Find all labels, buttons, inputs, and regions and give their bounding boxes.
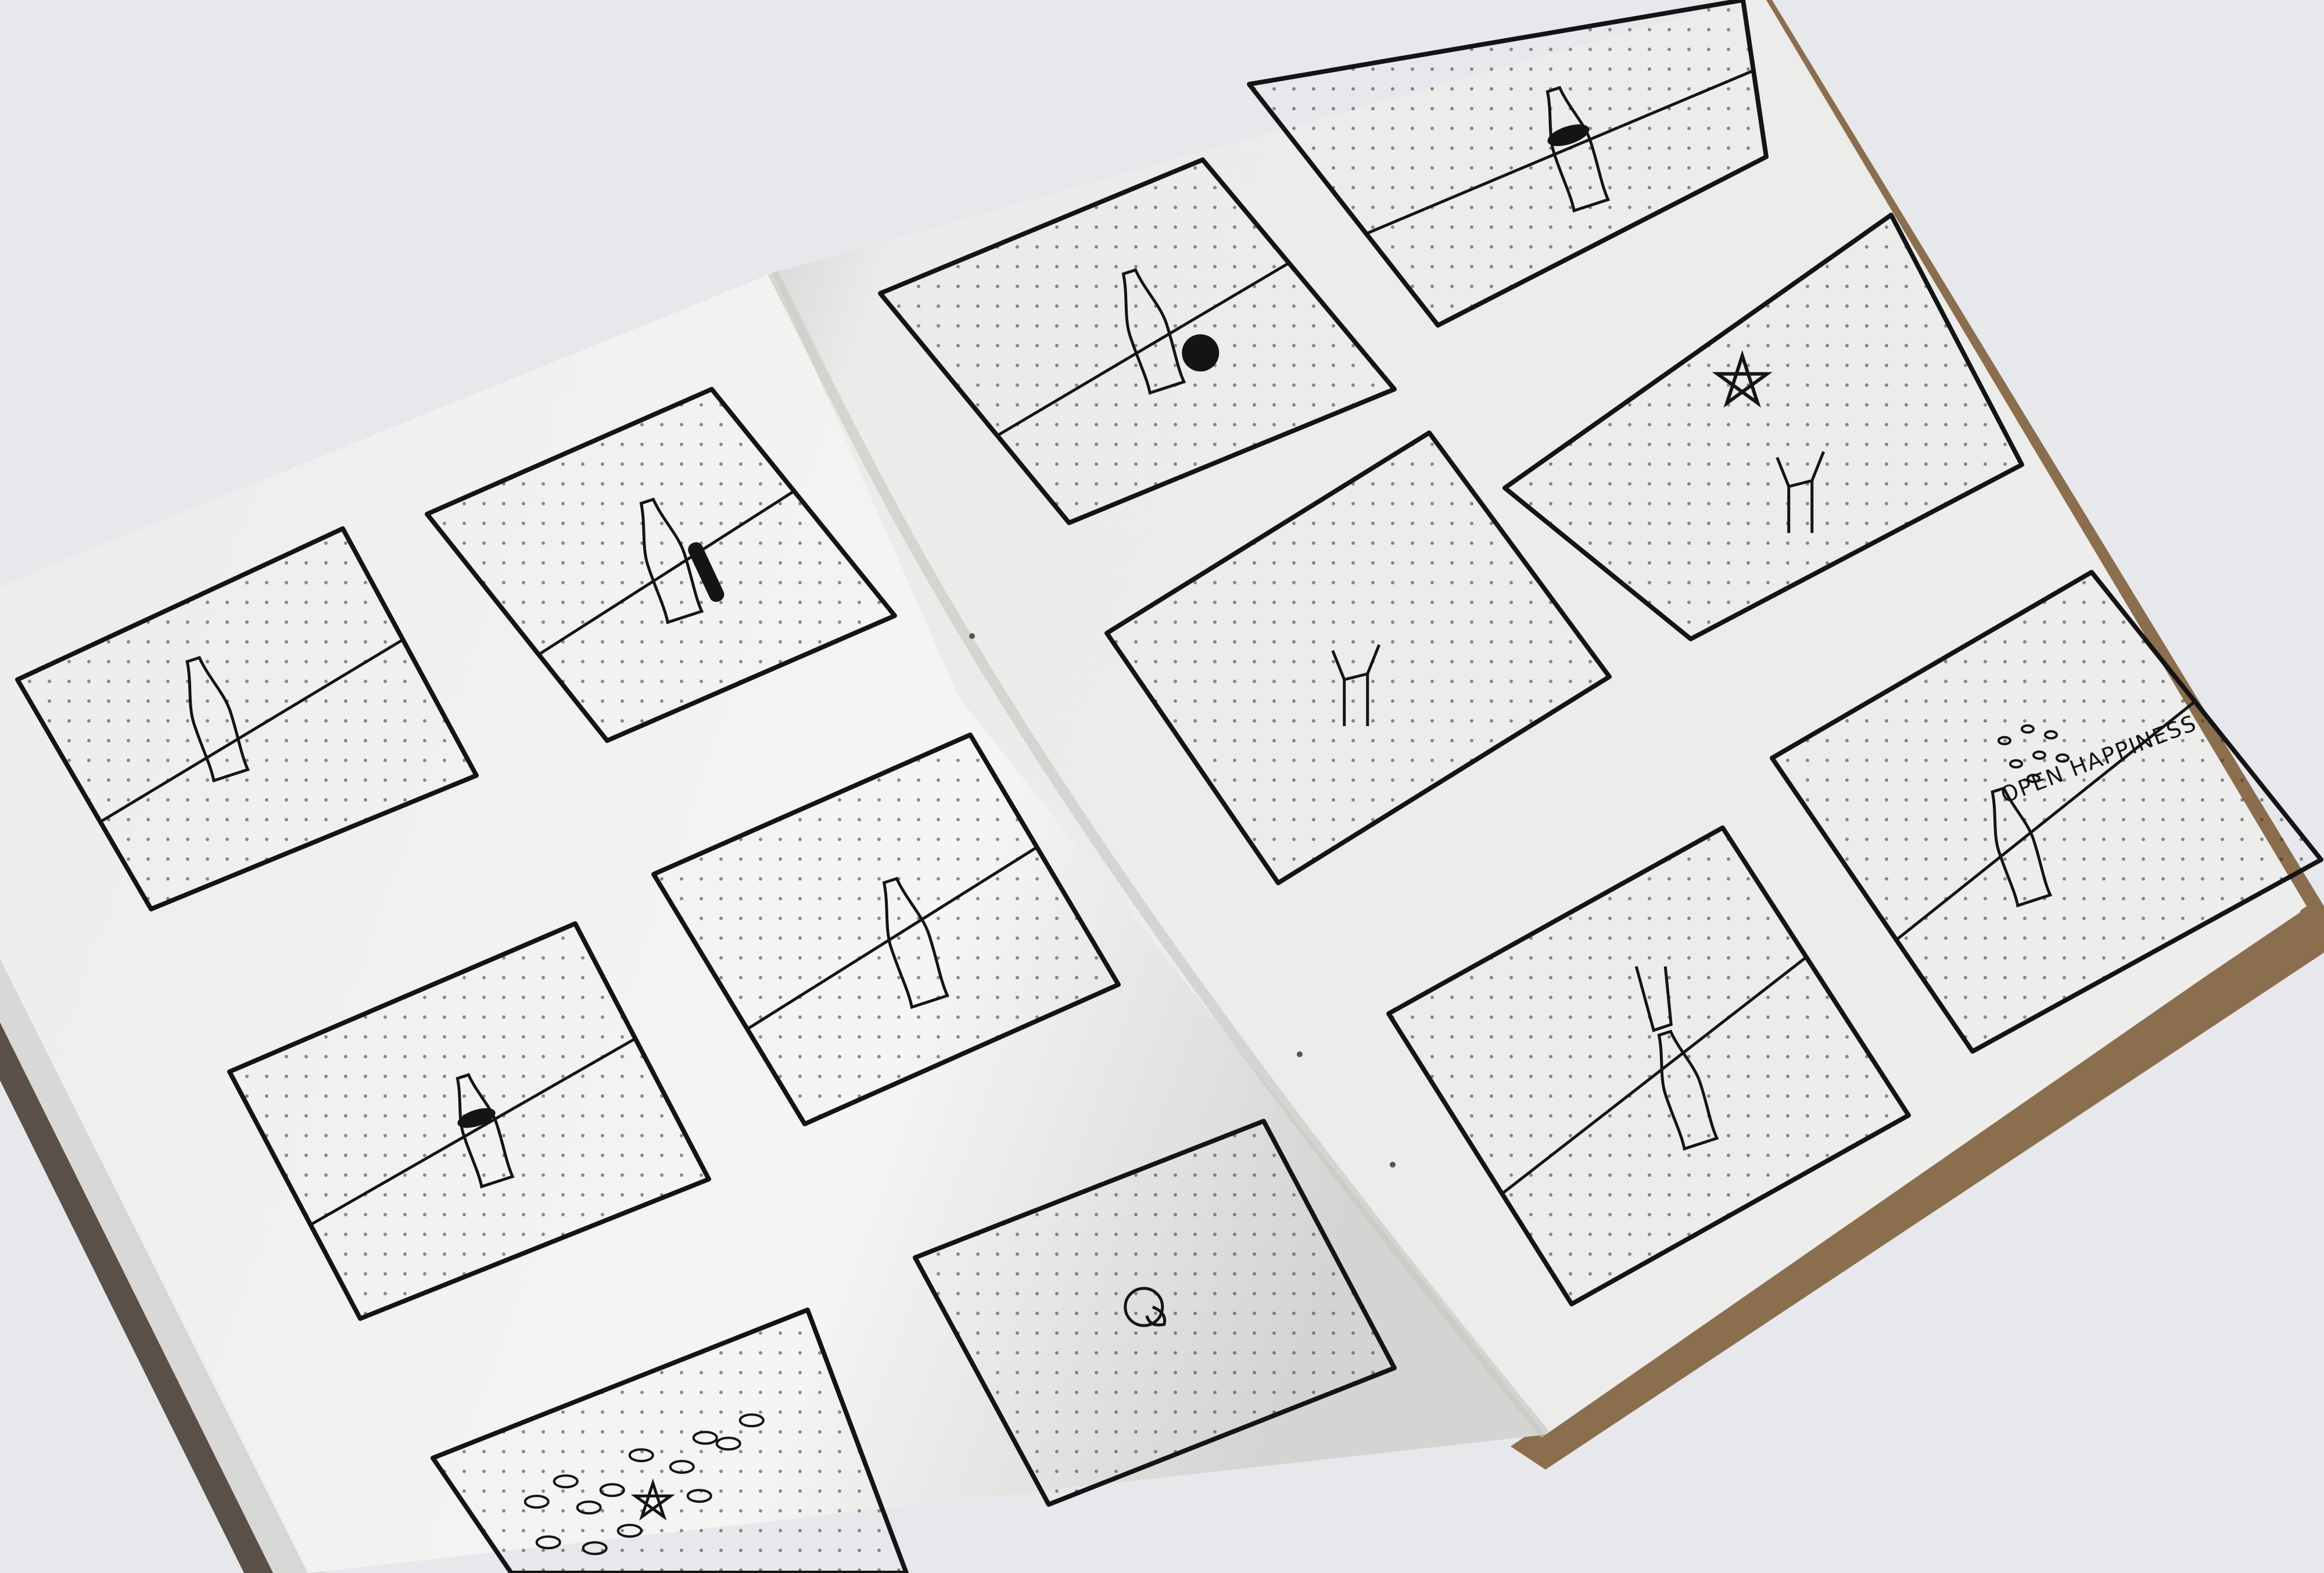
ball-sketch [1182, 334, 1220, 372]
notebook-photo: OPEN HAPPINESS [0, 0, 2324, 1573]
